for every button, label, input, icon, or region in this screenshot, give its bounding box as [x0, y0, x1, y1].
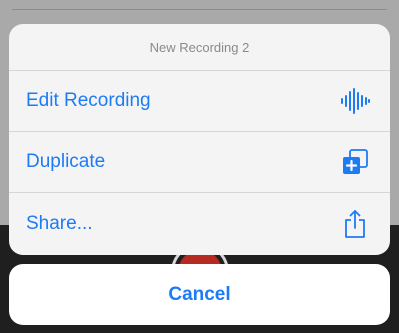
cancel-label: Cancel — [168, 283, 231, 305]
share-label: Share... — [26, 212, 93, 234]
duplicate-icon — [340, 147, 370, 177]
background-divider — [12, 9, 387, 10]
cancel-button[interactable]: Cancel — [9, 264, 390, 325]
share-action[interactable]: Share... — [9, 193, 390, 254]
edit-recording-label: Edit Recording — [26, 90, 151, 111]
duplicate-label: Duplicate — [26, 151, 106, 172]
action-sheet: New Recording 2 Edit Recording Duplicate — [9, 24, 390, 255]
duplicate-action[interactable]: Duplicate — [9, 132, 390, 193]
action-sheet-title: New Recording 2 — [9, 24, 390, 71]
waveform-icon — [340, 86, 370, 116]
edit-recording-action[interactable]: Edit Recording — [9, 71, 390, 132]
share-icon — [340, 209, 370, 239]
